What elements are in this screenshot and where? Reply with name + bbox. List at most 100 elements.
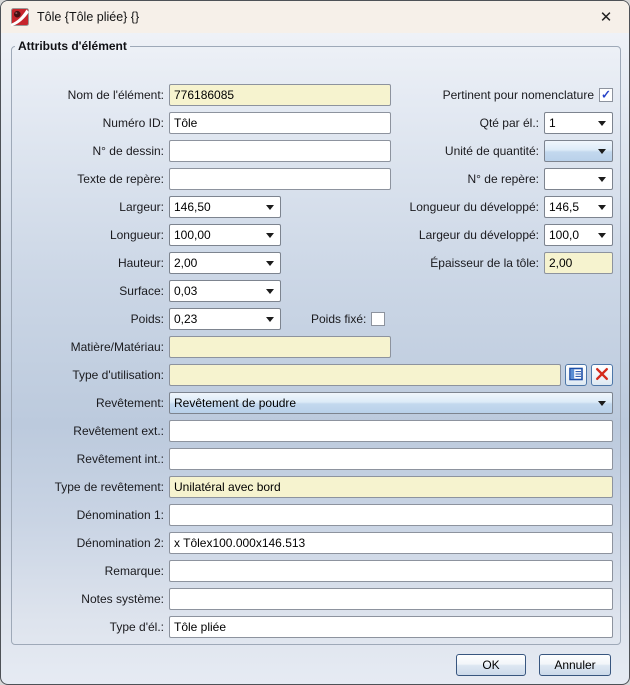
poids-fixe-checkbox[interactable]	[371, 312, 386, 326]
surface-combo[interactable]: 0,03	[169, 280, 281, 302]
field-label: Longueur du développé:	[409, 200, 539, 214]
field-label: Type d'él.:	[109, 620, 164, 634]
group-legend: Attributs d'élément	[18, 39, 127, 53]
row-type-utilisation: Type d'utilisation:	[19, 361, 613, 389]
row-largeur: Largeur: 146,50 Longueur du développé: 1…	[19, 193, 613, 221]
qte-par-el-combo[interactable]: 1	[544, 112, 613, 134]
largeur-developpe-combo[interactable]: 100,0	[544, 224, 613, 246]
field-label: Nom de l'élément:	[67, 88, 164, 102]
row-denomination-1: Dénomination 1:	[19, 501, 613, 529]
field-label: Matière/Matériau:	[70, 340, 164, 354]
chevron-down-icon	[598, 232, 606, 238]
field-label: N° de dessin:	[92, 144, 164, 158]
poids-fixe-label: Poids fixé:	[311, 312, 367, 326]
sheet-metal-app-icon	[10, 8, 29, 27]
pertinent-checkbox[interactable]	[599, 88, 613, 102]
field-label: Hauteur:	[117, 256, 164, 270]
revetement-combo[interactable]: Revêtement de poudre	[169, 392, 613, 414]
no-repere-combo[interactable]	[544, 168, 613, 190]
row-longueur: Longueur: 100,00 Largeur du développé: 1…	[19, 221, 613, 249]
cancel-button[interactable]: Annuler	[539, 654, 611, 676]
denomination-2-input[interactable]	[169, 532, 613, 554]
field-label: Remarque:	[104, 564, 164, 578]
type-revetement-input[interactable]	[169, 476, 613, 498]
red-x-icon	[595, 367, 609, 384]
row-revetement: Revêtement: Revêtement de poudre	[19, 389, 613, 417]
delete-button[interactable]	[591, 364, 613, 386]
remarque-input[interactable]	[169, 560, 613, 582]
field-label: Texte de repère:	[77, 172, 164, 186]
unite-quantite-combo[interactable]	[544, 140, 613, 162]
field-label: Largeur:	[119, 200, 164, 214]
close-button[interactable]: ✕	[593, 6, 619, 28]
revetement-ext-input[interactable]	[169, 420, 613, 442]
largeur-combo[interactable]: 146,50	[169, 196, 281, 218]
chevron-down-icon	[598, 120, 606, 126]
catalog-button[interactable]	[565, 364, 587, 386]
field-label: Largeur du développé:	[418, 228, 539, 242]
row-texte-repere: Texte de repère: N° de repère:	[19, 165, 613, 193]
longueur-developpe-combo[interactable]: 146,5	[544, 196, 613, 218]
chevron-down-icon	[266, 316, 274, 322]
no-dessin-input[interactable]	[169, 140, 391, 162]
revetement-int-input[interactable]	[169, 448, 613, 470]
epaisseur-input[interactable]	[544, 252, 613, 274]
ok-button[interactable]: OK	[456, 654, 526, 676]
chevron-down-icon	[598, 148, 606, 154]
form-rows: Nom de l'élément: Pertinent pour nomencl…	[19, 81, 613, 641]
field-label: Revêtement ext.:	[73, 424, 164, 438]
catalog-table-icon	[569, 367, 583, 384]
field-label: Notes système:	[81, 592, 164, 606]
title-bar: Tôle {Tôle pliée} {} ✕	[1, 1, 629, 33]
row-type-el: Type d'él.:	[19, 613, 613, 641]
row-notes-systeme: Notes système:	[19, 585, 613, 613]
chevron-down-icon	[266, 260, 274, 266]
row-poids: Poids: 0,23 Poids fixé:	[19, 305, 613, 333]
footer-buttons: OK Annuler	[456, 654, 611, 676]
row-surface: Surface: 0,03	[19, 277, 613, 305]
field-label: Type de revêtement:	[54, 480, 164, 494]
field-label: Unité de quantité:	[444, 144, 539, 158]
field-label: Type d'utilisation:	[72, 368, 164, 382]
chevron-down-icon	[266, 232, 274, 238]
row-no-dessin: N° de dessin: Unité de quantité:	[19, 137, 613, 165]
row-remarque: Remarque:	[19, 557, 613, 585]
pertinent-label: Pertinent pour nomenclature	[442, 88, 594, 102]
field-label: Surface:	[119, 284, 164, 298]
matiere-input[interactable]	[169, 336, 391, 358]
field-label: Poids:	[130, 312, 164, 326]
poids-combo[interactable]: 0,23	[169, 308, 281, 330]
row-type-revetement: Type de revêtement:	[19, 473, 613, 501]
chevron-down-icon	[598, 204, 606, 210]
nom-element-input[interactable]	[169, 84, 391, 106]
chevron-down-icon	[266, 204, 274, 210]
field-label: Numéro ID:	[102, 116, 164, 130]
dialog-window: Tôle {Tôle pliée} {} ✕ Attributs d'éléme…	[0, 0, 630, 685]
row-nom-element: Nom de l'élément: Pertinent pour nomencl…	[19, 81, 613, 109]
row-revetement-ext: Revêtement ext.:	[19, 417, 613, 445]
texte-repere-input[interactable]	[169, 168, 391, 190]
row-revetement-int: Revêtement int.:	[19, 445, 613, 473]
notes-systeme-input[interactable]	[169, 588, 613, 610]
hauteur-combo[interactable]: 2,00	[169, 252, 281, 274]
field-label: Revêtement int.:	[76, 452, 164, 466]
type-el-input[interactable]	[169, 616, 613, 638]
chevron-down-icon	[266, 288, 274, 294]
field-label: Dénomination 2:	[76, 536, 164, 550]
chevron-down-icon	[598, 176, 606, 182]
field-label: Longueur:	[109, 228, 164, 242]
window-title: Tôle {Tôle pliée} {}	[37, 10, 140, 24]
chevron-down-icon	[598, 400, 606, 406]
type-utilisation-input[interactable]	[169, 364, 561, 386]
field-label: N° de repère:	[467, 172, 539, 186]
field-label: Épaisseur de la tôle:	[430, 256, 539, 270]
field-label: Dénomination 1:	[76, 508, 164, 522]
numero-id-input[interactable]	[169, 112, 391, 134]
field-label: Qté par él.:	[479, 116, 539, 130]
denomination-1-input[interactable]	[169, 504, 613, 526]
row-hauteur: Hauteur: 2,00 Épaisseur de la tôle:	[19, 249, 613, 277]
row-denomination-2: Dénomination 2:	[19, 529, 613, 557]
longueur-combo[interactable]: 100,00	[169, 224, 281, 246]
row-matiere: Matière/Matériau:	[19, 333, 613, 361]
field-label: Revêtement:	[95, 396, 164, 410]
